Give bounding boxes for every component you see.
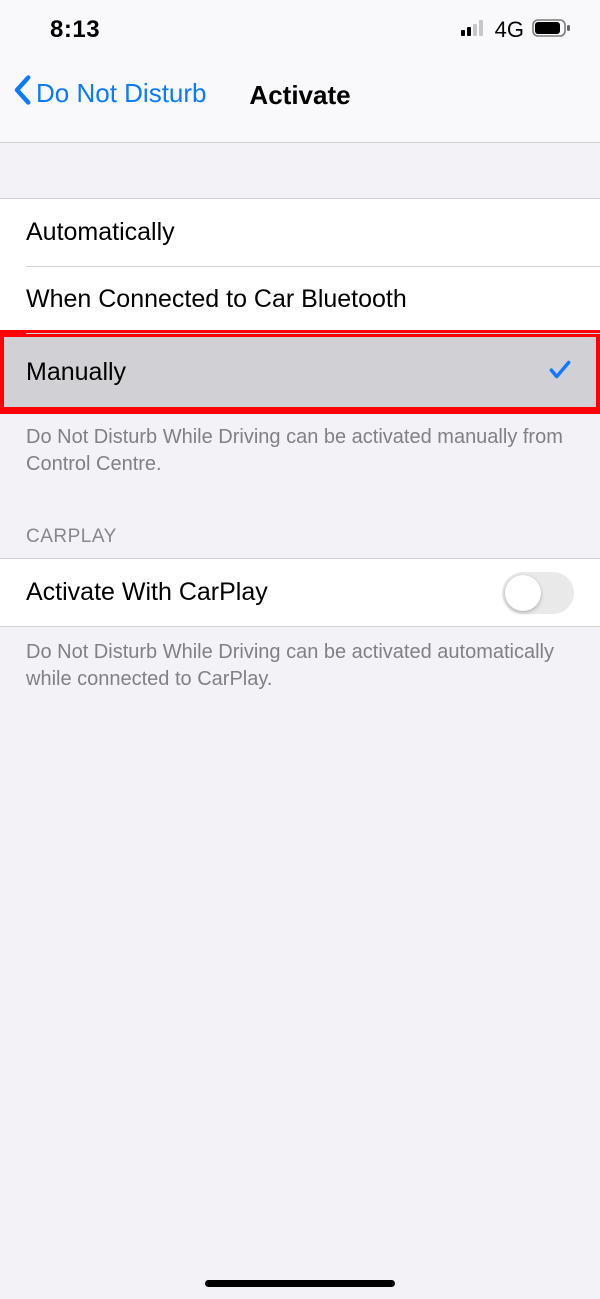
home-indicator[interactable] xyxy=(205,1280,395,1287)
option-manually[interactable]: Manually xyxy=(0,333,600,411)
activate-options-section: Automatically When Connected to Car Blue… xyxy=(0,198,600,412)
carplay-footer-text: Do Not Disturb While Driving can be acti… xyxy=(0,627,600,693)
option-automatically[interactable]: Automatically xyxy=(0,199,600,266)
option-label: Automatically xyxy=(26,218,175,247)
carplay-toggle-row[interactable]: Activate With CarPlay xyxy=(0,559,600,626)
carplay-row-label: Activate With CarPlay xyxy=(26,578,268,607)
option-label: When Connected to Car Bluetooth xyxy=(26,285,407,314)
chevron-left-icon xyxy=(12,75,32,112)
status-indicators: 4G xyxy=(461,17,572,43)
option-label: Manually xyxy=(26,358,126,387)
toggle-knob xyxy=(505,575,541,611)
option-car-bluetooth[interactable]: When Connected to Car Bluetooth xyxy=(0,266,600,333)
carplay-section: Activate With CarPlay xyxy=(0,558,600,627)
carplay-section-header: CARPLAY xyxy=(0,478,600,558)
status-time: 8:13 xyxy=(50,16,100,44)
back-label: Do Not Disturb xyxy=(36,78,207,109)
status-bar: 8:13 4G xyxy=(0,0,600,60)
page-title: Activate xyxy=(249,80,350,111)
options-footer-text: Do Not Disturb While Driving can be acti… xyxy=(0,412,600,478)
carplay-toggle[interactable] xyxy=(502,572,574,614)
checkmark-icon xyxy=(546,356,574,389)
nav-bar: Do Not Disturb Activate xyxy=(0,60,600,143)
cellular-signal-icon xyxy=(461,20,487,41)
back-button[interactable]: Do Not Disturb xyxy=(12,75,207,112)
battery-icon xyxy=(532,19,572,42)
network-type-label: 4G xyxy=(495,17,524,43)
